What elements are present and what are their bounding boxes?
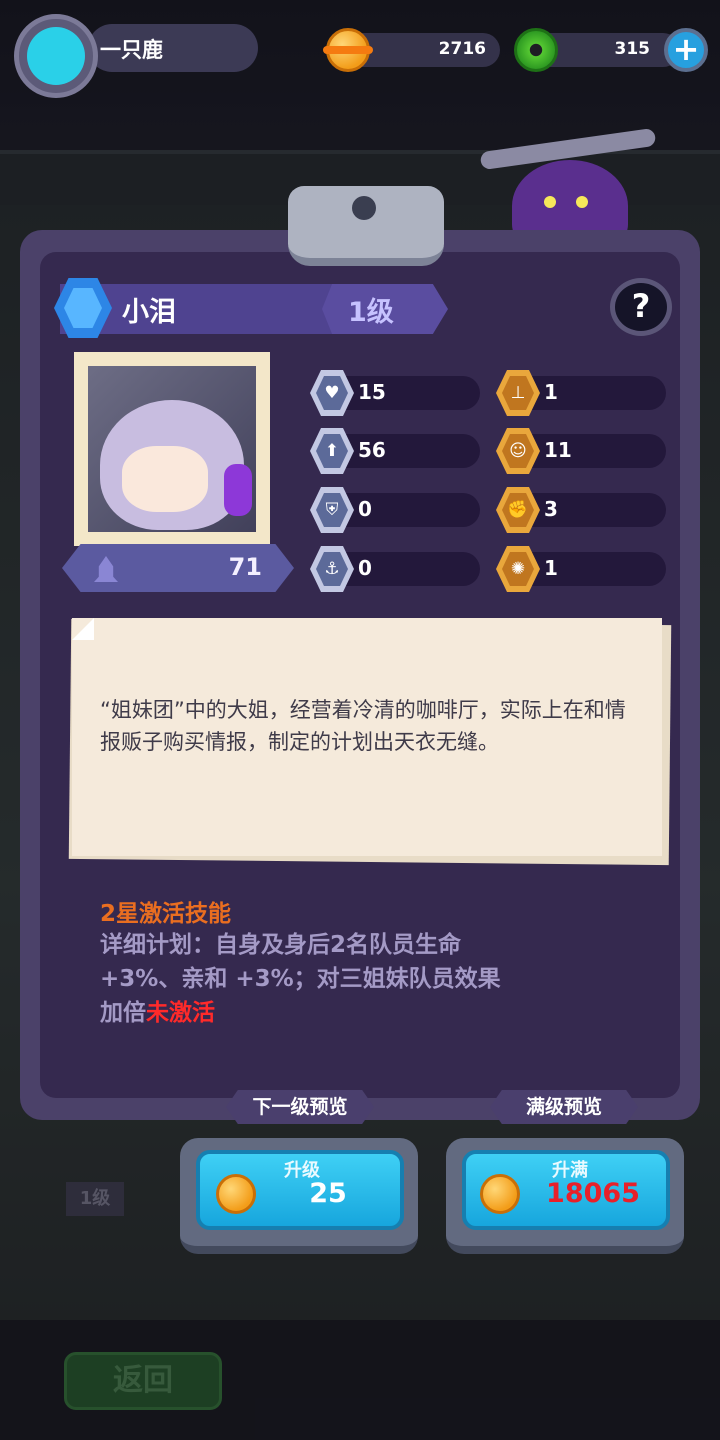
stat-value: 0 xyxy=(358,497,372,521)
player-name: 一只鹿 xyxy=(100,38,163,62)
anchor-icon-glyph: ⚓ xyxy=(324,559,340,579)
player-avatar[interactable] xyxy=(14,14,98,98)
coin-amount: 2716 xyxy=(438,39,486,59)
mascot-eye xyxy=(544,196,556,208)
stat-value: 11 xyxy=(544,438,572,462)
help-button[interactable]: ? xyxy=(610,278,672,336)
stat-value: 3 xyxy=(544,497,558,521)
smile-icon-glyph: ☺ xyxy=(509,441,527,461)
mascot-eye xyxy=(576,196,588,208)
clip-hole xyxy=(352,196,376,220)
add-currency-button[interactable]: + xyxy=(664,28,708,72)
stat-value: 56 xyxy=(358,438,386,462)
max-level-preview-tab[interactable]: 满级预览 xyxy=(490,1090,638,1124)
stat-value: 0 xyxy=(358,556,372,580)
character-level: 1级 xyxy=(348,297,394,328)
coin-icon xyxy=(480,1174,520,1214)
next-level-preview-tab[interactable]: 下一级预览 xyxy=(226,1090,374,1124)
character-description: “姐妹团”中的大姐，经营着冷清的咖啡厅，实际上在和情报贩子购买情报，制定的计划出… xyxy=(100,698,626,754)
portrait-face xyxy=(122,446,208,512)
character-name: 小泪 xyxy=(122,297,176,328)
shield-icon-glyph: ⛨ xyxy=(325,500,339,520)
skill-title: 2星激活技能 xyxy=(100,901,232,927)
coin-icon xyxy=(323,28,373,72)
stamp-icon-glyph: ⊥ xyxy=(510,383,526,403)
power-value: 71 xyxy=(228,553,262,581)
heart-icon-glyph: ♥ xyxy=(324,383,340,403)
stat-value: 1 xyxy=(544,556,558,580)
stat-value: 15 xyxy=(358,380,386,404)
donut-icon xyxy=(514,28,558,72)
coin-icon xyxy=(216,1174,256,1214)
upgrade-cost: 25 xyxy=(309,1178,347,1209)
brain-icon-glyph: ✺ xyxy=(510,559,526,579)
skill-description: 详细计划：自身及身后2名队员生命 +3%、亲和 +3%；对三姐妹队员效果加倍未激… xyxy=(100,928,520,1030)
gem-amount: 315 xyxy=(614,39,651,59)
bell-icon-glyph: ⬆ xyxy=(324,441,340,461)
cat-avatar-icon xyxy=(27,27,85,85)
stat-value: 1 xyxy=(544,380,558,404)
upgrade-max-cost: 18065 xyxy=(546,1178,640,1209)
headphone-icon xyxy=(224,464,252,516)
skill-status: 未激活 xyxy=(146,1000,215,1026)
muscle-icon-glyph: ✊ xyxy=(507,500,529,520)
